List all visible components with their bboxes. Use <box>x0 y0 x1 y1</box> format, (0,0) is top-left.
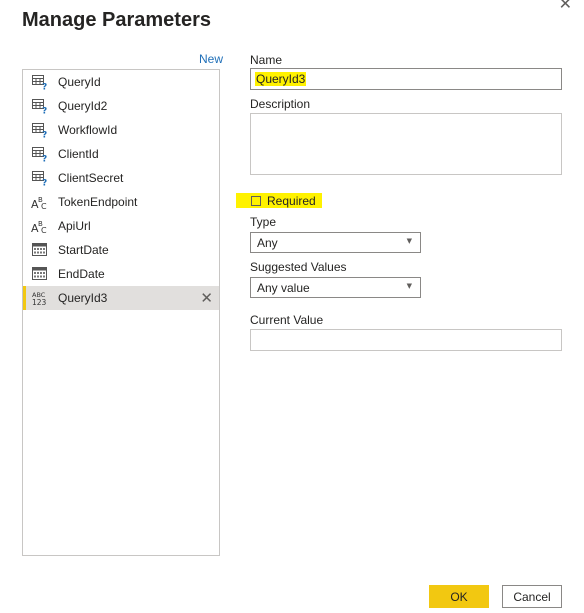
new-parameter-link[interactable]: New <box>199 52 223 66</box>
parameter-item-clientsecret[interactable]: ? ClientSecret <box>23 166 219 190</box>
svg-text:C: C <box>41 226 47 234</box>
parameter-item-label: ClientSecret <box>58 171 124 185</box>
parameter-item-clientid[interactable]: ? ClientId <box>23 142 219 166</box>
name-field-value: QueryId3 <box>255 72 307 86</box>
type-dropdown-value: Any <box>257 235 278 250</box>
name-label: Name <box>250 53 283 67</box>
parameter-item-label: WorkflowId <box>58 123 118 137</box>
remove-parameter-icon[interactable]: ✕ <box>200 289 213 307</box>
parameter-any-icon: ? <box>31 74 49 90</box>
text-type-icon: ABC <box>31 218 49 234</box>
parameter-item-label: QueryId2 <box>58 99 108 113</box>
parameter-any-icon: ? <box>31 98 49 114</box>
svg-text:?: ? <box>42 154 47 162</box>
chevron-down-icon: ▼ <box>406 282 412 290</box>
date-type-icon <box>31 266 49 282</box>
svg-text:123: 123 <box>32 298 47 306</box>
parameter-item-queryid3[interactable]: ABC 123 QueryId3 ✕ <box>23 286 219 310</box>
description-label: Description <box>250 97 311 111</box>
svg-text:?: ? <box>42 82 47 90</box>
name-field[interactable]: QueryId3 <box>250 68 562 90</box>
description-field[interactable] <box>250 113 562 175</box>
chevron-down-icon: ▼ <box>406 237 412 245</box>
type-dropdown[interactable]: Any ▼ <box>250 232 421 253</box>
parameter-item-startdate[interactable]: StartDate <box>23 238 219 262</box>
parameter-item-apiurl[interactable]: ABC ApiUrl <box>23 214 219 238</box>
parameter-item-label: ApiUrl <box>58 219 91 233</box>
parameter-any-icon: ? <box>31 146 49 162</box>
parameter-any-icon: ? <box>31 170 49 186</box>
cancel-button[interactable]: Cancel <box>502 585 562 608</box>
parameter-item-label: QueryId <box>58 75 101 89</box>
parameter-item-label: StartDate <box>58 243 109 257</box>
parameter-item-label: ClientId <box>58 147 99 161</box>
parameter-item-label: EndDate <box>58 267 105 281</box>
ok-button[interactable]: OK <box>429 585 489 608</box>
svg-text:?: ? <box>42 106 47 114</box>
required-checkbox[interactable] <box>251 195 261 206</box>
dialog-title: Manage Parameters <box>22 9 211 31</box>
parameter-item-tokenendpoint[interactable]: ABC TokenEndpoint <box>23 190 219 214</box>
date-type-icon <box>31 242 49 258</box>
svg-text:C: C <box>41 202 47 210</box>
parameter-item-label: QueryId3 <box>58 291 108 305</box>
parameter-item-label: TokenEndpoint <box>58 195 138 209</box>
parameter-item-queryid[interactable]: ? QueryId <box>23 70 219 94</box>
current-value-label: Current Value <box>250 313 324 327</box>
parameter-any-icon: ? <box>31 122 49 138</box>
suggested-values-dropdown[interactable]: Any value ▼ <box>250 277 421 298</box>
any-type-icon: ABC 123 <box>31 290 49 306</box>
close-icon[interactable]: ✕ <box>559 0 572 13</box>
svg-text:?: ? <box>42 178 47 186</box>
parameter-item-workflowid[interactable]: ? WorkflowId <box>23 118 219 142</box>
suggested-values-dropdown-value: Any value <box>257 280 310 295</box>
required-checkbox-row[interactable]: Required <box>236 193 322 208</box>
text-type-icon: ABC <box>31 194 49 210</box>
parameter-list: ? QueryId ? QueryId2 ? WorkflowId ? Clie… <box>22 69 220 556</box>
type-label: Type <box>250 215 277 229</box>
current-value-field[interactable] <box>250 329 562 351</box>
required-label: Required <box>267 193 316 208</box>
parameter-item-enddate[interactable]: EndDate <box>23 262 219 286</box>
parameter-item-queryid2[interactable]: ? QueryId2 <box>23 94 219 118</box>
suggested-values-label: Suggested Values <box>250 260 347 274</box>
svg-text:?: ? <box>42 130 47 138</box>
